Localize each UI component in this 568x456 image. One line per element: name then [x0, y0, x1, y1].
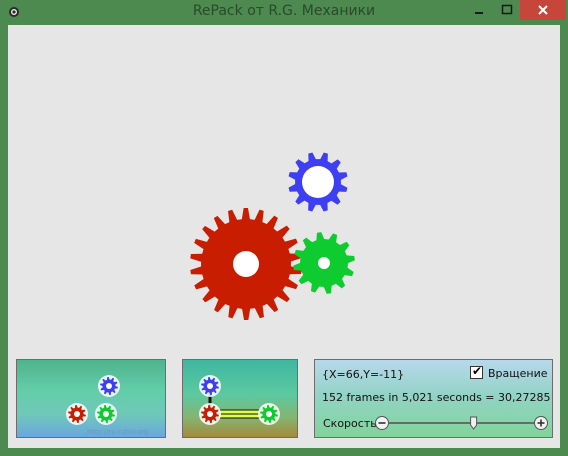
app-window: RePack от R.G. Механики http://ru.rutor.…	[0, 0, 568, 456]
mini-green-gear	[258, 403, 280, 425]
gear-hole	[207, 411, 213, 417]
green-gear[interactable]	[293, 232, 355, 294]
gear-hole	[207, 383, 213, 389]
plus-icon[interactable]	[534, 416, 548, 430]
rotation-label[interactable]: Вращение	[488, 367, 548, 380]
mini-red-gear	[199, 403, 221, 425]
watermark-text: http://ru.rutor.org	[87, 428, 149, 436]
preview-panel-chain[interactable]	[182, 359, 298, 438]
blue-gear[interactable]	[288, 152, 348, 212]
gear-hole	[74, 411, 80, 417]
mini-green-gear	[95, 403, 117, 425]
preview-panel-gears[interactable]: http://ru.rutor.org	[16, 359, 166, 438]
red-gear[interactable]	[190, 208, 302, 320]
fps-readout: 152 frames in 5,021 seconds = 30,27285 F…	[322, 391, 553, 404]
coordinates-readout: {X=66,Y=-11}	[322, 368, 405, 381]
slider-thumb[interactable]	[470, 416, 478, 430]
gear-hole	[318, 257, 330, 269]
gear-hole	[106, 383, 112, 389]
minus-icon[interactable]	[375, 416, 389, 430]
checkmark-icon: ✔	[472, 364, 483, 378]
mini-blue-gear	[199, 375, 221, 397]
mini-blue-gear	[98, 375, 120, 397]
rotation-checkbox[interactable]: ✔	[470, 364, 483, 379]
gear-hole	[266, 411, 272, 417]
info-panel: {X=66,Y=-11} ✔ Вращение 152 frames in 5,…	[314, 359, 553, 438]
speed-slider[interactable]	[374, 415, 549, 431]
mini-red-gear	[66, 403, 88, 425]
gear-hole	[233, 251, 259, 277]
gear-hole	[302, 166, 334, 198]
gear-hole	[103, 411, 109, 417]
speed-label: Скорость	[323, 417, 377, 430]
